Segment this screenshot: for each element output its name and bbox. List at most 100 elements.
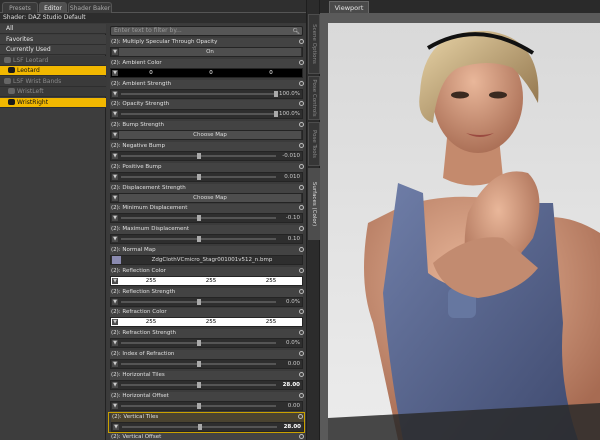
slider-knob[interactable] (274, 111, 278, 118)
favorite-toggle-icon[interactable] (299, 226, 304, 232)
favorite-toggle-icon[interactable] (299, 330, 304, 336)
property-value[interactable]: 100.0% (279, 90, 300, 98)
favorite-toggle-icon[interactable] (299, 205, 304, 211)
slider-track[interactable] (121, 153, 276, 159)
tree-item[interactable]: LSF Leotard (0, 55, 106, 66)
tree-item[interactable]: LSF Wrist Bands (0, 76, 106, 87)
expand-arrow-icon[interactable]: ▼ (112, 111, 118, 118)
property-control[interactable]: ▼ 255 255 255 (110, 317, 303, 328)
rgb-channel[interactable]: 0 (121, 69, 181, 77)
property-control[interactable]: ▼ 28.00 (111, 422, 304, 433)
slider-knob[interactable] (196, 402, 201, 409)
viewport[interactable] (320, 13, 600, 440)
favorite-toggle-icon[interactable] (299, 122, 304, 128)
search-icon[interactable]: 🔍︎ (292, 28, 300, 36)
property-value[interactable]: 28.00 (284, 423, 301, 431)
rgb-channel[interactable]: 255 (121, 318, 181, 326)
slider-track[interactable] (121, 236, 276, 243)
expand-arrow-icon[interactable]: ▼ (112, 340, 118, 347)
property-control[interactable]: ▼ 100.0% (110, 88, 303, 99)
favorite-toggle-icon[interactable] (299, 371, 304, 377)
slider-knob[interactable] (196, 236, 201, 243)
map-thumbnail[interactable] (112, 256, 121, 264)
slider-track[interactable] (121, 298, 276, 305)
property-control[interactable]: ▼ 0.0% (110, 338, 303, 349)
slider-knob[interactable] (196, 381, 201, 388)
property-control[interactable]: ZdgClothVCmicro_Stagr001001v512_n.bmp (110, 255, 303, 265)
property-value[interactable]: 0.0% (286, 298, 300, 306)
expand-arrow-icon[interactable]: ▼ (112, 402, 118, 409)
rgb-channel[interactable]: 0 (241, 69, 301, 77)
rgb-channel[interactable]: 255 (121, 277, 181, 285)
slider-track[interactable] (121, 173, 276, 180)
rgb-channel[interactable]: 255 (181, 318, 241, 326)
property-control[interactable]: ▼ 0.00 (110, 400, 303, 411)
viewport-render[interactable] (328, 23, 600, 440)
property-control[interactable]: ▼ 0.10 (110, 234, 303, 245)
expand-arrow-icon[interactable]: ▼ (112, 319, 118, 326)
slider-track[interactable] (121, 215, 276, 222)
property-value[interactable]: 0.00 (288, 402, 300, 410)
property-control[interactable]: ▼ 255 255 255 (110, 275, 303, 286)
property-control[interactable]: ▼ -0.010 (110, 151, 303, 161)
rgb-channel[interactable]: 255 (181, 277, 241, 285)
rgb-channel[interactable]: 255 (241, 318, 301, 326)
property-value[interactable]: -0.10 (286, 214, 300, 222)
favorite-toggle-icon[interactable] (299, 247, 304, 252)
filter-input[interactable]: Enter text to filter by... 🔍︎ (110, 26, 303, 36)
property-button[interactable]: Choose Map (119, 131, 301, 140)
slider-track[interactable] (122, 424, 277, 431)
tab-presets[interactable]: Presets (2, 2, 38, 13)
slider-track[interactable] (121, 340, 276, 347)
tab-shader-baker[interactable]: Shader Baker (68, 2, 112, 13)
favorite-toggle-icon[interactable] (299, 309, 304, 315)
slider-knob[interactable] (196, 173, 201, 180)
vertical-tab[interactable]: Scene Options (308, 14, 320, 74)
slider-knob[interactable] (274, 90, 278, 97)
expand-arrow-icon[interactable]: ▼ (112, 194, 118, 201)
rgb-channel[interactable]: 0 (181, 69, 241, 77)
property-value[interactable]: 0.00 (288, 360, 300, 368)
expand-arrow-icon[interactable]: ▼ (112, 132, 118, 139)
expand-arrow-icon[interactable]: ▼ (112, 69, 118, 76)
map-filename[interactable]: ZdgClothVCmicro_Stagr001001v512_n.bmp (123, 256, 301, 264)
vertical-tab[interactable]: Surfaces (Color) (308, 168, 320, 240)
favorite-toggle-icon[interactable] (299, 434, 304, 440)
tree-item[interactable]: WristLeft (0, 87, 106, 97)
tab-viewport[interactable]: Viewport (329, 1, 369, 13)
property-value[interactable]: 0.10 (288, 235, 300, 243)
vertical-tab[interactable]: Pose Controls (308, 76, 320, 120)
expand-arrow-icon[interactable]: ▼ (113, 424, 119, 431)
vertical-tab[interactable]: Pose Tools (308, 122, 320, 166)
expand-arrow-icon[interactable]: ▼ (112, 215, 118, 222)
tree-item[interactable]: Leotard (0, 66, 106, 76)
property-value[interactable]: 28.00 (283, 381, 300, 389)
slider-track[interactable] (121, 361, 276, 367)
tab-editor[interactable]: Editor (39, 2, 67, 13)
expand-arrow-icon[interactable]: ▼ (112, 173, 118, 180)
property-control[interactable]: ▼ Choose Map (110, 192, 303, 203)
slider-knob[interactable] (196, 298, 201, 305)
favorite-toggle-icon[interactable] (299, 80, 304, 86)
favorite-toggle-icon[interactable] (299, 351, 304, 356)
favorite-toggle-icon[interactable] (299, 184, 304, 190)
tree-item[interactable]: Favorites (0, 34, 106, 45)
expand-arrow-icon[interactable]: ▼ (112, 298, 118, 305)
property-button[interactable]: On (119, 48, 301, 56)
expand-arrow-icon[interactable]: ▼ (112, 277, 118, 284)
favorite-toggle-icon[interactable] (299, 163, 304, 169)
property-control[interactable]: ▼ 100.0% (110, 109, 303, 120)
property-value[interactable]: 100.0% (279, 110, 300, 118)
favorite-toggle-icon[interactable] (299, 267, 304, 273)
property-control[interactable]: ▼ 0.0% (110, 296, 303, 307)
property-value[interactable]: 0.0% (286, 339, 300, 347)
property-value[interactable]: -0.010 (282, 152, 300, 160)
property-control[interactable]: ▼ -0.10 (110, 213, 303, 224)
expand-arrow-icon[interactable]: ▼ (112, 236, 118, 243)
slider-track[interactable] (121, 90, 278, 97)
expand-arrow-icon[interactable]: ▼ (112, 153, 118, 159)
tree-item[interactable]: All (0, 24, 106, 34)
favorite-toggle-icon[interactable] (299, 59, 304, 65)
property-control[interactable]: ▼ 28.00 (110, 379, 303, 390)
property-control[interactable]: ▼ 0.00 (110, 359, 303, 369)
